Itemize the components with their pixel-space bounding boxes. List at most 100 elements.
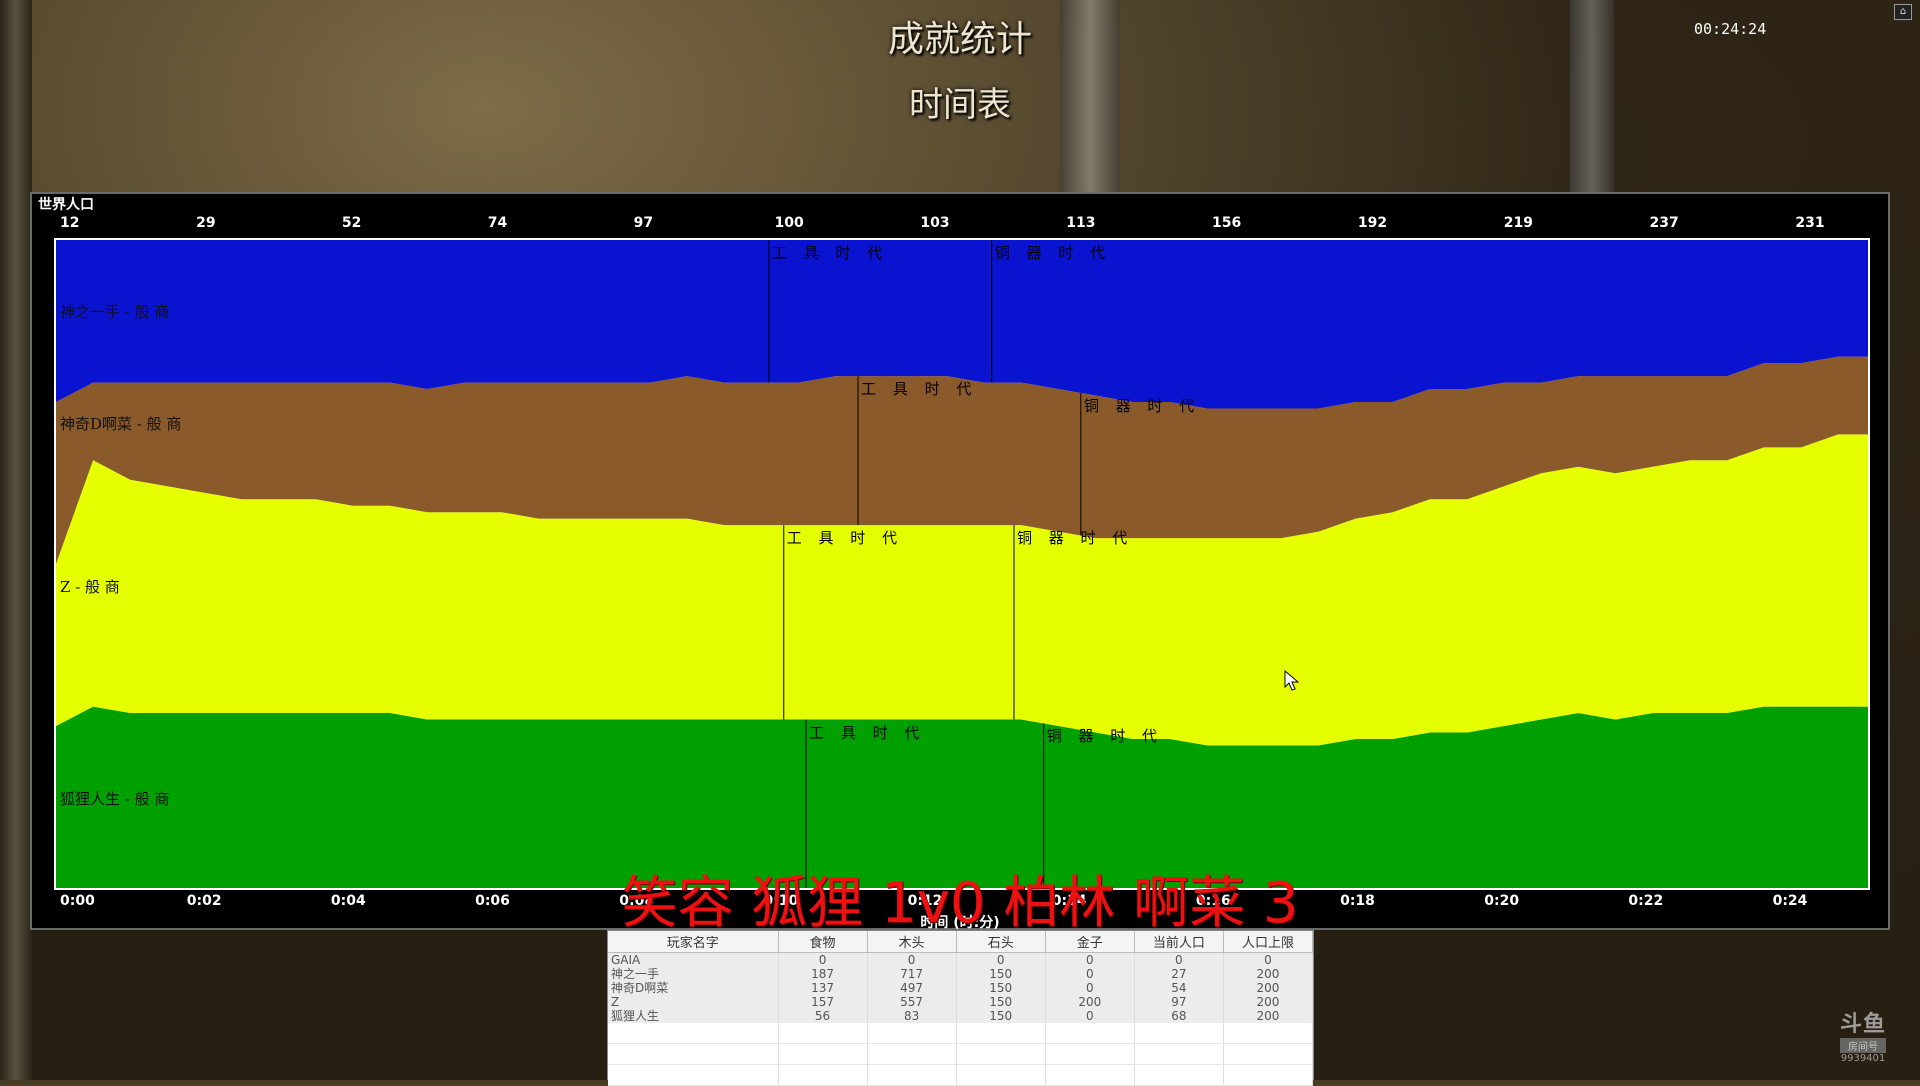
x-tick-label: 0:16	[1195, 893, 1231, 909]
column-header[interactable]: 食物	[778, 931, 868, 953]
mouse-cursor-icon	[1284, 670, 1300, 691]
stat-cell: 97	[1134, 995, 1224, 1009]
top-tick-label: 113	[1066, 215, 1096, 231]
stat-cell: 200	[1045, 995, 1135, 1009]
stat-cell: 56	[778, 1009, 868, 1023]
stat-cell: 200	[1223, 1009, 1314, 1023]
age-up-label: 铜 器 时 代	[1046, 727, 1163, 746]
x-tick-label: 0:00	[60, 893, 95, 909]
player-series-label: 神奇D啊菜 - 般 商	[60, 415, 182, 434]
x-tick-label: 0:24	[1772, 893, 1808, 909]
x-tick-label: 0:14	[1051, 893, 1087, 909]
stat-cell: 0	[778, 952, 868, 967]
empty-cell	[867, 1043, 957, 1065]
top-tick-label: 29	[196, 215, 216, 231]
x-tick-label: 0:06	[475, 893, 510, 909]
top-tick-label: 192	[1357, 215, 1388, 231]
game-clock: 00:24:24	[1694, 20, 1767, 38]
watermark-room-number: 9939401	[1840, 1053, 1886, 1064]
empty-cell	[778, 1023, 868, 1044]
x-tick-label: 0:18	[1340, 893, 1375, 909]
table-row: Z 157 557 150 200 97 200	[608, 995, 1314, 1009]
stat-cell: 0	[1134, 952, 1224, 967]
douyu-watermark: 斗鱼 房间号 9939401	[1840, 1006, 1887, 1064]
x-tick-label: 0:10	[763, 893, 799, 909]
table-header-row: 玩家名字 食物 木头 石头 金子 当前人口 人口上限	[608, 931, 1314, 953]
x-tick-label: 0:20	[1484, 893, 1520, 909]
page-subtitle: 时间表	[909, 85, 1011, 125]
player-series-label: Z - 般 商	[60, 578, 120, 597]
top-tick-label: 100	[774, 215, 804, 231]
top-tick-label: 97	[633, 215, 654, 231]
player-series-label: 狐狸人生 - 般 商	[60, 789, 170, 808]
stat-cell: 83	[867, 1009, 957, 1023]
stat-cell: 0	[1223, 952, 1314, 967]
empty-cell	[1134, 1043, 1224, 1065]
player-name-cell: GAIA	[608, 952, 779, 967]
stat-cell: 0	[956, 952, 1046, 967]
empty-cell	[608, 1064, 779, 1086]
stat-cell: 68	[1134, 1009, 1224, 1023]
empty-row	[608, 1064, 1314, 1086]
player-name-cell: 狐狸人生	[608, 1009, 779, 1023]
stat-cell: 0	[867, 952, 957, 967]
top-tick-label: 156	[1212, 215, 1242, 231]
stat-cell: 0	[1045, 1009, 1135, 1023]
table-row: 狐狸人生 56 83 150 0 68 200	[608, 1009, 1314, 1023]
timeline-chart	[56, 240, 1868, 888]
column-header[interactable]: 当前人口	[1134, 931, 1224, 953]
age-up-label: 工 具 时 代	[786, 529, 904, 548]
empty-cell	[608, 1043, 779, 1065]
x-tick-label: 0:08	[619, 893, 655, 909]
stat-cell: 150	[956, 967, 1046, 981]
stat-cell: 200	[1223, 995, 1314, 1009]
player-name-cell: Z	[608, 995, 779, 1009]
stat-cell: 0	[1045, 967, 1135, 981]
age-up-label: 铜 器 时 代	[1083, 396, 1201, 415]
top-tick-label: 219	[1503, 215, 1533, 231]
empty-cell	[608, 1023, 779, 1044]
column-header[interactable]: 人口上限	[1223, 931, 1314, 953]
column-header[interactable]: 玩家名字	[608, 931, 779, 953]
table-row: 神之一手 187 717 150 0 27 200	[608, 967, 1314, 981]
resource-stats-table: 玩家名字 食物 木头 石头 金子 当前人口 人口上限 GAIA 0 0 0 0 0 0 神之一手 187 71…	[607, 930, 1314, 1086]
empty-cell	[1045, 1023, 1135, 1044]
top-tick-label: 52	[341, 215, 362, 231]
player-series-label: 神之一手 - 般 商	[60, 303, 170, 322]
empty-cell	[778, 1064, 868, 1086]
top-tick-label: 231	[1795, 215, 1825, 231]
empty-cell	[1045, 1043, 1135, 1065]
empty-cell	[1223, 1064, 1314, 1086]
empty-row	[608, 1043, 1314, 1065]
age-up-label: 铜 器 时 代	[994, 244, 1112, 262]
x-tick-label: 0:12	[907, 893, 943, 909]
stat-cell: 137	[778, 981, 868, 995]
top-tick-label: 237	[1649, 215, 1679, 231]
column-header[interactable]: 木头	[867, 931, 957, 953]
stat-cell: 157	[778, 995, 868, 1009]
x-tick-label: 0:02	[186, 893, 222, 909]
stat-cell: 0	[1045, 952, 1135, 967]
empty-cell	[1045, 1064, 1135, 1086]
top-tick-label: 103	[920, 215, 950, 231]
x-tick-label: 0:04	[330, 893, 366, 909]
top-tick-label: 74	[487, 215, 508, 231]
top-tick-label: 12	[60, 215, 80, 231]
stat-cell: 717	[867, 967, 957, 981]
column-header[interactable]: 金子	[1045, 931, 1135, 953]
column-header[interactable]: 石头	[956, 931, 1046, 953]
timeline-plot[interactable]: 狐狸人生 - 般 商 Z - 般 商 神奇D啊菜 - 般 商神之一手 - 般 商 工…	[54, 238, 1870, 890]
stat-cell: 187	[778, 967, 868, 981]
age-up-label: 铜 器 时 代	[1016, 529, 1134, 548]
stat-cell: 150	[956, 1009, 1046, 1023]
chart-label: 世界人口	[38, 197, 94, 213]
table-row: 神奇D啊菜 137 497 150 0 54 200	[608, 981, 1314, 995]
douyu-logo: 斗鱼	[1840, 1012, 1887, 1037]
empty-cell	[956, 1064, 1046, 1086]
page-title: 成就统计	[887, 19, 1032, 60]
stat-cell: 150	[956, 995, 1046, 1009]
menu-icon[interactable]: ⌂	[1894, 4, 1912, 20]
empty-cell	[867, 1064, 957, 1086]
empty-cell	[1134, 1023, 1224, 1044]
stat-cell: 200	[1223, 981, 1314, 995]
